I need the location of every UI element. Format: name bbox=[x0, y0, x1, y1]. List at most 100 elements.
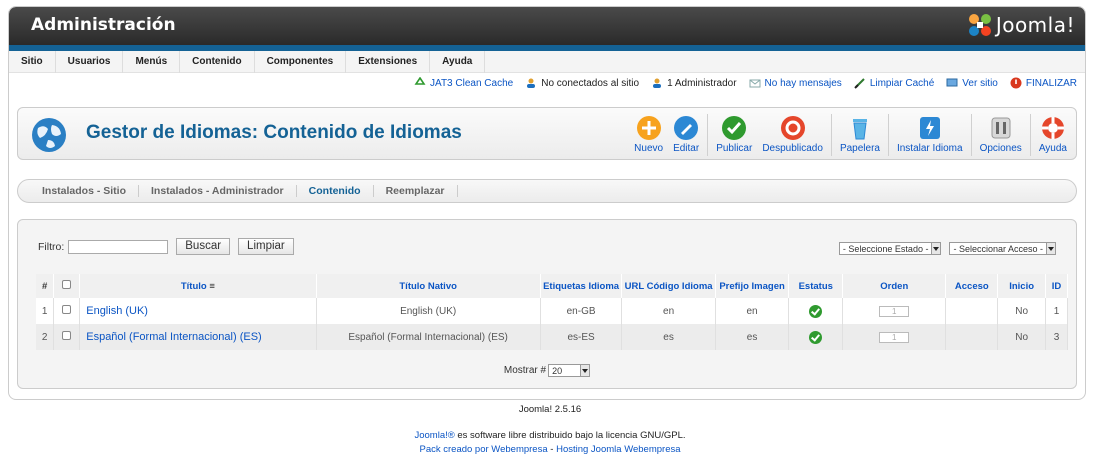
menu-item-contenido[interactable]: Contenido bbox=[180, 50, 255, 73]
col-id[interactable]: ID bbox=[1045, 274, 1068, 298]
messages-label: No hay mensajes bbox=[764, 77, 842, 89]
toolbar-divider bbox=[970, 114, 972, 156]
row-checkbox[interactable] bbox=[62, 305, 72, 314]
col-url-code[interactable]: URL Código Idioma bbox=[621, 274, 716, 298]
globe-icon bbox=[32, 118, 66, 152]
state-select[interactable]: - Seleccione Estado - bbox=[838, 242, 942, 255]
published-icon[interactable] bbox=[809, 330, 823, 344]
col-status[interactable]: Estatus bbox=[788, 274, 844, 298]
logout-link[interactable]: FINALIZAR bbox=[1010, 77, 1077, 89]
header-bar: Administración Joomla! bbox=[9, 7, 1085, 45]
access-select-value: - Seleccionar Acceso - bbox=[953, 243, 1043, 254]
chevron-down-icon bbox=[1046, 243, 1055, 254]
messages-link[interactable]: No hay mensajes bbox=[749, 77, 842, 89]
access-select[interactable]: - Seleccionar Acceso - bbox=[949, 242, 1056, 255]
row-checkbox[interactable] bbox=[62, 331, 72, 340]
table-row: 1 English (UK) English (UK) en-GB en en … bbox=[36, 298, 1068, 324]
language-title-link[interactable]: English (UK) bbox=[79, 298, 317, 324]
languages-table: # Título ≡ Título Nativo Etiquetas Idiom… bbox=[36, 274, 1068, 350]
language-title-link[interactable]: Español (Formal Internacional) (ES) bbox=[79, 324, 317, 350]
new-label: Nuevo bbox=[634, 143, 664, 154]
state-select-value: - Seleccione Estado - bbox=[842, 243, 929, 254]
monitor-icon bbox=[946, 78, 958, 87]
row-select-cell bbox=[53, 298, 81, 324]
install-icon bbox=[919, 117, 940, 139]
col-language-tag[interactable]: Etiquetas Idioma bbox=[540, 274, 623, 298]
col-order[interactable]: Orden bbox=[842, 274, 947, 298]
view-site-link[interactable]: Ver sitio bbox=[946, 77, 998, 89]
options-button[interactable]: Opciones bbox=[975, 112, 1027, 158]
url-code: es bbox=[621, 324, 716, 350]
status-bar: JAT3 Clean Cache No conectados al sitio … bbox=[9, 73, 1085, 93]
tab-installed-admin[interactable]: Instalados - Administrador bbox=[139, 185, 297, 197]
toolbar-divider bbox=[1029, 114, 1031, 156]
tab-installed-site[interactable]: Instalados - Sitio bbox=[30, 185, 140, 197]
install-language-button[interactable]: Instalar Idioma bbox=[892, 112, 968, 158]
filter-search-input[interactable] bbox=[68, 239, 169, 254]
search-button[interactable]: Buscar bbox=[176, 238, 231, 255]
edit-button[interactable]: Editar bbox=[668, 112, 704, 158]
col-home[interactable]: Inicio bbox=[997, 274, 1047, 298]
languages-content-panel: Filtro: Buscar Limpiar - Seleccione Esta… bbox=[17, 219, 1077, 389]
tab-content[interactable]: Contenido bbox=[297, 185, 374, 197]
clean-cache-link[interactable]: Limpiar Caché bbox=[854, 77, 934, 89]
published-icon[interactable] bbox=[809, 304, 823, 318]
filter-label: Filtro: bbox=[38, 240, 65, 253]
footer-credits: Pack creado por Webempresa - Hosting Joo… bbox=[0, 444, 1100, 455]
clean-cache-label: Limpiar Caché bbox=[869, 77, 935, 89]
admins-label: 1 Administrador bbox=[667, 77, 737, 89]
admins-status: 1 Administrador bbox=[651, 77, 737, 89]
pagination: Mostrar # 20 bbox=[18, 364, 1076, 377]
unpublish-button[interactable]: Despublicado bbox=[757, 112, 828, 158]
submenu-tabs: Instalados - Sitio Instalados - Administ… bbox=[17, 179, 1077, 203]
menu-item-extensiones[interactable]: Extensiones bbox=[346, 50, 431, 73]
tab-overrides[interactable]: Reemplazar bbox=[374, 185, 458, 197]
visitors-status: No conectados al sitio bbox=[525, 77, 639, 89]
language-tag: es-ES bbox=[540, 324, 623, 350]
list-limit-select[interactable]: 20 bbox=[548, 364, 591, 377]
col-native-title[interactable]: Título Nativo bbox=[316, 274, 541, 298]
admin-title: Administración bbox=[31, 15, 176, 35]
trash-label: Papelera bbox=[839, 143, 880, 154]
menu-item-menus[interactable]: Menús bbox=[123, 50, 181, 73]
trash-button[interactable]: Papelera bbox=[835, 112, 885, 158]
options-label: Opciones bbox=[979, 143, 1022, 154]
clear-button[interactable]: Limpiar bbox=[238, 238, 294, 255]
publish-button[interactable]: Publicar bbox=[711, 112, 757, 158]
jat3-cache-link[interactable]: JAT3 Clean Cache bbox=[414, 77, 513, 89]
check-all-checkbox[interactable] bbox=[62, 280, 72, 289]
url-code: en bbox=[621, 298, 716, 324]
col-title[interactable]: Título ≡ bbox=[79, 274, 317, 298]
check-icon bbox=[722, 116, 747, 140]
main-menu: Sitio Usuarios Menús Contenido Component… bbox=[9, 50, 1085, 73]
publish-label: Publicar bbox=[716, 143, 753, 154]
col-access[interactable]: Acceso bbox=[945, 274, 999, 298]
row-number: 1 bbox=[36, 298, 55, 324]
table-header-row: # Título ≡ Título Nativo Etiquetas Idiom… bbox=[36, 274, 1068, 298]
joomla-logo-icon bbox=[968, 14, 991, 36]
menu-item-usuarios[interactable]: Usuarios bbox=[56, 50, 124, 73]
table-row: 2 Español (Formal Internacional) (ES) Es… bbox=[36, 324, 1068, 350]
menu-item-componentes[interactable]: Componentes bbox=[255, 50, 347, 73]
col-image-prefix[interactable]: Prefijo Imagen bbox=[715, 274, 790, 298]
toolbar-divider bbox=[887, 114, 889, 156]
menu-item-ayuda[interactable]: Ayuda bbox=[430, 50, 486, 73]
lifebuoy-icon bbox=[1041, 117, 1064, 139]
hosting-link[interactable]: Hosting Joomla Webempresa bbox=[556, 444, 680, 455]
webempresa-pack-link[interactable]: Pack creado por Webempresa bbox=[419, 444, 547, 455]
joomla-license-link[interactable]: Joomla!® bbox=[414, 430, 454, 441]
power-icon bbox=[1010, 77, 1022, 89]
chevron-down-icon bbox=[580, 365, 590, 376]
menu-item-sitio[interactable]: Sitio bbox=[9, 50, 56, 73]
view-site-label: Ver sitio bbox=[962, 77, 998, 89]
home-value: No bbox=[997, 298, 1047, 324]
order-input[interactable]: 1 bbox=[879, 331, 910, 343]
jat3-cache-label: JAT3 Clean Cache bbox=[430, 77, 514, 89]
home-value: No bbox=[997, 324, 1047, 350]
status-cell bbox=[788, 298, 844, 324]
help-button[interactable]: Ayuda bbox=[1034, 112, 1072, 158]
new-button[interactable]: Nuevo bbox=[629, 112, 668, 158]
order-input[interactable]: 1 bbox=[879, 305, 910, 317]
image-prefix: en bbox=[715, 298, 790, 324]
options-icon bbox=[991, 117, 1011, 139]
